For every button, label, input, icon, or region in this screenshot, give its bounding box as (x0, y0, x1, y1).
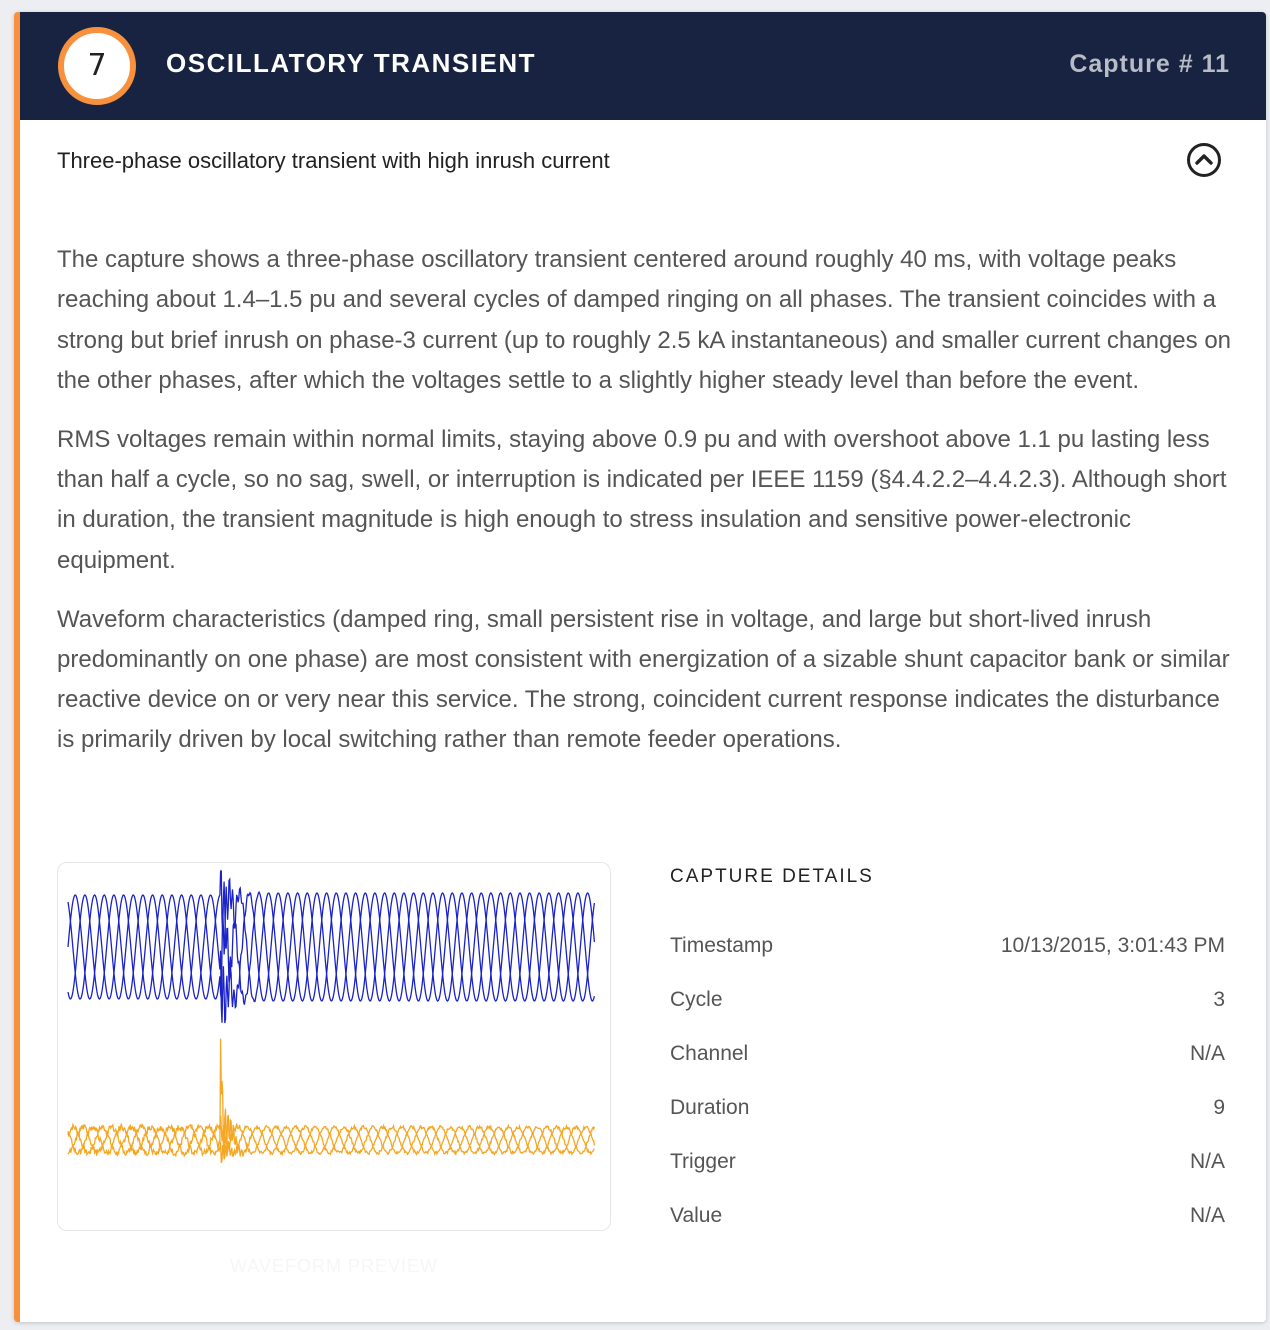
chevron-up-circle-icon (1187, 143, 1221, 177)
detail-label: Trigger (670, 1150, 736, 1173)
waveform-preview[interactable] (57, 862, 611, 1231)
voltage-trace (67, 877, 596, 1005)
card-header: 7 OSCILLATORY TRANSIENT Capture # 11 (20, 12, 1266, 120)
voltage-trace (67, 870, 596, 1010)
event-subtitle: Three-phase oscillatory transient with h… (57, 148, 610, 173)
description-paragraph: The capture shows a three-phase oscillat… (57, 246, 1232, 394)
detail-label: Duration (670, 1096, 750, 1119)
event-description: The capture shows a three-phase oscillat… (57, 240, 1237, 779)
detail-value: N/A (1189, 1042, 1225, 1065)
capture-number: Capture # 11 (1069, 50, 1230, 78)
detail-row-timestamp: Timestamp 10/13/2015, 3:01:43 PM (670, 922, 1225, 976)
capture-details-table: Timestamp 10/13/2015, 3:01:43 PM Cycle 3… (670, 922, 1225, 1246)
detail-value: N/A (1189, 1204, 1225, 1227)
detail-row-value: Value N/A (670, 1192, 1225, 1246)
detail-value: 9 (1213, 1096, 1225, 1119)
detail-row-duration: Duration 9 (670, 1084, 1225, 1138)
detail-label: Channel (670, 1042, 749, 1065)
voltage-trace (67, 886, 596, 1024)
detail-label: Value (670, 1204, 723, 1227)
detail-row-cycle: Cycle 3 (670, 976, 1225, 1030)
detail-row-trigger: Trigger N/A (670, 1138, 1225, 1192)
description-paragraph: Waveform characteristics (damped ring, s… (57, 605, 1230, 754)
waveform-preview-label: WAVEFORM PREVIEW (229, 1256, 438, 1276)
capture-details-heading: CAPTURE DETAILS (670, 866, 874, 887)
detail-value: 3 (1213, 988, 1225, 1011)
detail-label: Cycle (670, 988, 723, 1011)
detail-value: 10/13/2015, 3:01:43 PM (1000, 934, 1225, 957)
description-paragraph: RMS voltages remain within normal limits… (57, 425, 1227, 574)
detail-label: Timestamp (670, 934, 774, 957)
event-card: 7 OSCILLATORY TRANSIENT Capture # 11 Thr… (14, 12, 1266, 1322)
detail-row-channel: Channel N/A (670, 1030, 1225, 1084)
waveform-chart (67, 870, 596, 1164)
collapse-button[interactable] (1186, 142, 1222, 178)
detail-value: N/A (1189, 1150, 1225, 1173)
event-number-badge: 7 (58, 27, 136, 105)
event-title: OSCILLATORY TRANSIENT (166, 48, 536, 78)
